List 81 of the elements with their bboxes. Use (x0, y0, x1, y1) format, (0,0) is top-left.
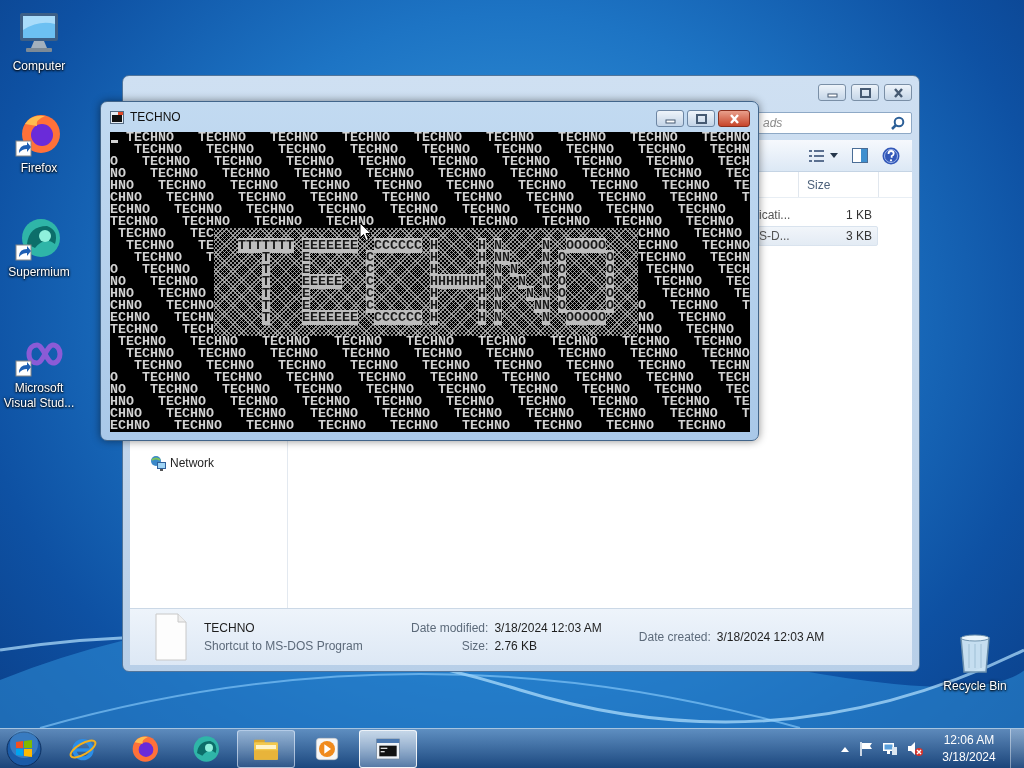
property-value: 3/18/2024 12:03 AM (494, 621, 602, 635)
close-button[interactable] (718, 110, 750, 127)
desktop-icon-label[interactable]: Supermium (8, 265, 70, 280)
preview-pane-icon[interactable] (852, 148, 868, 163)
help-icon[interactable] (882, 146, 900, 165)
maximize-button[interactable] (687, 110, 715, 127)
maximize-icon (859, 87, 871, 98)
console-line: O TECHNO T (638, 300, 750, 312)
console-line: TECHNO TECHNO TECHNO TECHNO TECHNO TECHNO TECHNO TECHNO TECHNO (110, 216, 734, 228)
show-desktop-button[interactable] (1010, 728, 1024, 768)
property-label: Size: (460, 639, 489, 653)
file-icon (155, 613, 187, 661)
console-line: NO TECHNO (638, 312, 726, 324)
console-line: CHNO TECHNO TECHNO TECHNO TECHNO TECHNO TECHNO TECHNO TECHNO T (110, 192, 750, 204)
console-line: TECHNO TECHNO TECHNO TECHNO TECHNO TECHNO TECHNO TECHNO TECHNO (117, 336, 742, 348)
property-value: 2.76 KB (494, 639, 539, 653)
console-line: TECHNO TECHNO TECHNO TECHNO TECHNO TECHNO TECHNO TECHNO TECHN (133, 360, 750, 372)
console-line: CHNO TECHNO (638, 228, 742, 240)
console-line: NO TECHNO TECHNO TECHNO TECHNO TECHNO TECHNO TECHNO TECHNO TEC (110, 384, 750, 396)
console-line: CHNO TECHNO (110, 300, 214, 312)
console-line: TECHNO TECHNO TECHNO TECHNO TECHNO TECHNO TECHNO TECHNO TECHNO (125, 348, 750, 360)
start-button[interactable] (4, 729, 44, 768)
console-line: HNO TECHNO TECHNO TECHNO TECHNO TECHNO TECHNO TECHNO TECHNO TE (110, 396, 750, 408)
console-line: TECHNO T (133, 252, 214, 264)
console-window-icon (110, 110, 124, 124)
caret-icon[interactable] (830, 153, 838, 158)
console-line: HNO TECHNO TECHNO TECHNO TECHNO TECHNO TECHNO TECHNO TECHNO TE (110, 180, 750, 192)
console-line: ECHNO TECHNO TECHNO TECHNO TECHNO TECHNO TECHNO TECHNO TECHNO (110, 204, 726, 216)
window-title: TECHNO (130, 110, 182, 124)
console-line: HNO TECHNO (638, 324, 734, 336)
console-line: O TECHNO (110, 264, 190, 276)
file-row[interactable]: icati... 1 KB (758, 205, 878, 225)
console-line: CHNO TECHNO TECHNO TECHNO TECHNO TECHNO TECHNO TECHNO TECHNO T (110, 408, 750, 420)
console-line: TECHNO TECHN (638, 252, 750, 264)
network-icon[interactable] (882, 741, 898, 756)
close-button[interactable] (884, 84, 912, 101)
property-value: 3/18/2024 12:03 AM (716, 630, 825, 644)
desktop-icon-label[interactable]: Recycle Bin (943, 679, 1007, 694)
console-line: HNO TECHNO (110, 288, 206, 300)
console-line: TECHNO TE (661, 288, 750, 300)
console-line: NO TECHNO TECHNO TECHNO TECHNO TECHNO TECHNO TECHNO TECHNO TEC (110, 168, 750, 180)
search-icon (891, 116, 905, 130)
maximize-button[interactable] (851, 84, 879, 101)
column-header[interactable]: Size (799, 172, 879, 197)
file-type: Shortcut to MS-DOS Program (204, 639, 364, 653)
desktop-icon-label[interactable]: Firefox (20, 161, 58, 176)
console-line: O TECHNO TECHNO TECHNO TECHNO TECHNO TECHNO TECHNO TECHNO TECH (110, 156, 750, 168)
flag-icon[interactable] (859, 740, 873, 757)
console-line: TECHNO TE (125, 240, 214, 252)
console-line: ECHNO TECHNO (638, 240, 750, 252)
minimize-button[interactable] (656, 110, 684, 127)
ascii-art-line: T EEEEEEE CCCCCC H H N N OOOOO (261, 312, 607, 324)
ascii-art-line: TTTTTTT EEEEEEE CCCCCC H H N N OOOOO (237, 240, 606, 252)
close-icon (892, 87, 904, 98)
search-field[interactable]: ads (756, 112, 912, 134)
console-line: NO TECHNO (110, 276, 198, 288)
close-icon (728, 113, 740, 124)
minimize-button[interactable] (818, 84, 846, 101)
taskbar-clock[interactable]: 12:06 AM 3/18/2024 (932, 731, 1006, 766)
console-line: TECHNO TECH (645, 264, 750, 276)
property-label: Date modified: (411, 621, 489, 635)
console-line: ECHNO TECHN (110, 312, 214, 324)
desktop-icon-label[interactable]: Computer (12, 59, 66, 74)
console-line: ECHNO TECHNO TECHNO TECHNO TECHNO TECHNO TECHNO TECHNO TECHNO (110, 420, 727, 432)
windows-logo-icon (5, 729, 43, 768)
network-icon[interactable] (150, 455, 166, 471)
maximize-icon (695, 113, 707, 124)
console-line: TECHNO TEC (653, 276, 750, 288)
view-options-icon[interactable] (809, 148, 824, 163)
desktop-icon-label[interactable]: Microsoft Visual Stud... (2, 381, 76, 411)
nav-item[interactable]: Network (170, 456, 214, 470)
console-line: O TECHNO TECHNO TECHNO TECHNO TECHNO TECHNO TECHNO TECHNO TECH (110, 372, 750, 384)
console-line: TECHNO TEC (117, 228, 214, 240)
file-row[interactable]: S-D... 3 KB (758, 226, 878, 246)
console-line: TECHNO TECHNO TECHNO TECHNO TECHNO TECHNO TECHNO TECHNO TECHN (133, 144, 750, 156)
file-name: TECHNO (204, 621, 256, 635)
speaker-muted-icon[interactable] (907, 740, 923, 757)
property-label: Date created: (638, 630, 711, 644)
taskbar-button[interactable] (237, 729, 295, 768)
console-line: TECHNO TECHNO TECHNO TECHNO TECHNO TECHNO TECHNO TECHNO TECHNO (125, 132, 750, 144)
console-line: TECHNO TECH (110, 324, 214, 336)
